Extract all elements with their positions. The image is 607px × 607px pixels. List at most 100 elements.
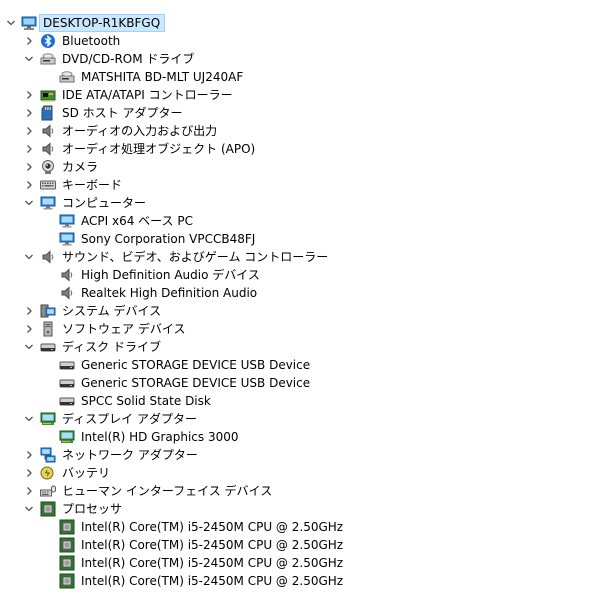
tree-item-cpu-1[interactable]: Intel(R) Core(TM) i5-2450M CPU @ 2.50GHz bbox=[0, 518, 600, 536]
tree-item-system-devices[interactable]: システム デバイス bbox=[0, 302, 600, 320]
dvd-drive-icon bbox=[40, 51, 56, 67]
tree-item-realtek[interactable]: Realtek High Definition Audio bbox=[0, 284, 600, 302]
tree-item-label: ACPI x64 ベース PC bbox=[81, 214, 193, 228]
tree-item-apo[interactable]: オーディオ処理オブジェクト (APO) bbox=[0, 140, 600, 158]
tree-item-label: SD ホスト アダプター bbox=[62, 106, 183, 120]
chevron-right-icon[interactable] bbox=[21, 32, 37, 50]
computer-icon bbox=[21, 15, 37, 31]
tree-item-bluetooth[interactable]: Bluetooth bbox=[0, 32, 600, 50]
software-device-icon bbox=[40, 321, 56, 337]
chevron-right-icon[interactable] bbox=[21, 320, 37, 338]
tree-item-hd-audio[interactable]: High Definition Audio デバイス bbox=[0, 266, 600, 284]
tree-item-label: コンピューター bbox=[62, 196, 147, 210]
tree-item-label: ヒューマン インターフェイス デバイス bbox=[62, 484, 273, 498]
ide-controller-icon bbox=[40, 87, 56, 103]
tree-item-hid[interactable]: ヒューマン インターフェイス デバイス bbox=[0, 482, 600, 500]
chevron-right-icon[interactable] bbox=[21, 446, 37, 464]
chevron-right-icon[interactable] bbox=[21, 482, 37, 500]
tree-item-ide-ata[interactable]: IDE ATA/ATAPI コントローラー bbox=[0, 86, 600, 104]
monitor-icon bbox=[59, 213, 75, 229]
tree-item-cpu-4[interactable]: Intel(R) Core(TM) i5-2450M CPU @ 2.50GHz bbox=[0, 572, 600, 590]
tree-item-cpu-2[interactable]: Intel(R) Core(TM) i5-2450M CPU @ 2.50GHz bbox=[0, 536, 600, 554]
tree-item-label: キーボード bbox=[62, 178, 123, 192]
chevron-right-icon[interactable] bbox=[21, 140, 37, 158]
chevron-right-icon[interactable] bbox=[21, 86, 37, 104]
tree-item-label: Sony Corporation VPCCB48FJ bbox=[81, 232, 256, 246]
tree-item-computer[interactable]: コンピューター bbox=[0, 194, 600, 212]
speaker-icon bbox=[59, 285, 75, 301]
chevron-right-icon[interactable] bbox=[21, 464, 37, 482]
tree-item-label: ソフトウェア デバイス bbox=[62, 322, 186, 336]
tree-item-label: ディスク ドライブ bbox=[62, 340, 161, 354]
tree-item-processors[interactable]: プロセッサ bbox=[0, 500, 600, 518]
tree-item-label: プロセッサ bbox=[62, 502, 123, 516]
tree-item-dvd-matshita[interactable]: MATSHITA BD-MLT UJ240AF bbox=[0, 68, 600, 86]
chevron-down-icon[interactable] bbox=[21, 338, 37, 356]
tree-item-label: Intel(R) Core(TM) i5-2450M CPU @ 2.50GHz bbox=[81, 574, 344, 588]
tree-item-label: カメラ bbox=[62, 160, 99, 174]
tree-item-disk-2[interactable]: Generic STORAGE DEVICE USB Device bbox=[0, 374, 600, 392]
tree-item-sd-host[interactable]: SD ホスト アダプター bbox=[0, 104, 600, 122]
tree-item-disk-drives[interactable]: ディスク ドライブ bbox=[0, 338, 600, 356]
tree-item-camera[interactable]: カメラ bbox=[0, 158, 600, 176]
chevron-right-icon[interactable] bbox=[21, 158, 37, 176]
tree-item-label: MATSHITA BD-MLT UJ240AF bbox=[81, 70, 244, 84]
tree-item-label: Generic STORAGE DEVICE USB Device bbox=[81, 358, 311, 372]
tree-item-label: IDE ATA/ATAPI コントローラー bbox=[62, 88, 233, 102]
tree-item-audio-io[interactable]: オーディオの入力および出力 bbox=[0, 122, 600, 140]
chevron-down-icon[interactable] bbox=[21, 50, 37, 68]
tree-item-software-devices[interactable]: ソフトウェア デバイス bbox=[0, 320, 600, 338]
processor-icon bbox=[59, 519, 75, 535]
tree-item-display-adapters[interactable]: ディスプレイ アダプター bbox=[0, 410, 600, 428]
speaker-icon bbox=[40, 141, 56, 157]
tree-item-cpu-3[interactable]: Intel(R) Core(TM) i5-2450M CPU @ 2.50GHz bbox=[0, 554, 600, 572]
chevron-right-icon[interactable] bbox=[21, 302, 37, 320]
processor-icon bbox=[59, 573, 75, 589]
speaker-icon bbox=[40, 249, 56, 265]
monitor-icon bbox=[59, 231, 75, 247]
tree-root-item[interactable]: DESKTOP-R1KBFGQ bbox=[0, 14, 600, 32]
tree-item-keyboard[interactable]: キーボード bbox=[0, 176, 600, 194]
tree-item-label: SPCC Solid State Disk bbox=[81, 394, 211, 408]
tree-item-sony[interactable]: Sony Corporation VPCCB48FJ bbox=[0, 230, 600, 248]
tree-item-label: オーディオ処理オブジェクト (APO) bbox=[62, 142, 256, 156]
tree-item-sound[interactable]: サウンド、ビデオ、およびゲーム コントローラー bbox=[0, 248, 600, 266]
monitor-icon bbox=[40, 195, 56, 211]
display-adapter-icon bbox=[59, 429, 75, 445]
camera-icon bbox=[40, 159, 56, 175]
processor-icon bbox=[59, 555, 75, 571]
tree-item-label: システム デバイス bbox=[62, 304, 162, 318]
chevron-down-icon[interactable] bbox=[21, 500, 37, 518]
processor-icon bbox=[59, 537, 75, 553]
chevron-down-icon[interactable] bbox=[21, 410, 37, 428]
tree-item-label: Intel(R) Core(TM) i5-2450M CPU @ 2.50GHz bbox=[81, 538, 344, 552]
tree-item-label: Realtek High Definition Audio bbox=[81, 286, 258, 300]
tree-item-label: Generic STORAGE DEVICE USB Device bbox=[81, 376, 311, 390]
tree-item-disk-3[interactable]: SPCC Solid State Disk bbox=[0, 392, 600, 410]
chevron-down-icon[interactable] bbox=[3, 14, 19, 32]
disk-drive-icon bbox=[59, 393, 75, 409]
chevron-down-icon[interactable] bbox=[21, 248, 37, 266]
tree-item-intel-hd[interactable]: Intel(R) HD Graphics 3000 bbox=[0, 428, 600, 446]
tree-item-label: ディスプレイ アダプター bbox=[62, 412, 197, 426]
tree-item-label: オーディオの入力および出力 bbox=[62, 124, 218, 138]
hid-icon bbox=[40, 483, 56, 499]
tree-item-label: バッテリ bbox=[62, 466, 111, 480]
chevron-right-icon[interactable] bbox=[21, 122, 37, 140]
tree-item-disk-1[interactable]: Generic STORAGE DEVICE USB Device bbox=[0, 356, 600, 374]
tree-item-label: Bluetooth bbox=[62, 34, 121, 48]
chevron-right-icon[interactable] bbox=[21, 104, 37, 122]
disk-drive-icon bbox=[59, 375, 75, 391]
tree-item-label: Intel(R) Core(TM) i5-2450M CPU @ 2.50GHz bbox=[81, 556, 344, 570]
tree-item-dvd-drives[interactable]: DVD/CD-ROM ドライブ bbox=[0, 50, 600, 68]
tree-item-acpi[interactable]: ACPI x64 ベース PC bbox=[0, 212, 600, 230]
speaker-icon bbox=[59, 267, 75, 283]
chevron-down-icon[interactable] bbox=[21, 194, 37, 212]
tree-item-label: DVD/CD-ROM ドライブ bbox=[62, 52, 195, 66]
processor-icon bbox=[40, 501, 56, 517]
tree-item-battery[interactable]: バッテリ bbox=[0, 464, 600, 482]
speaker-icon bbox=[40, 123, 56, 139]
tree-item-network[interactable]: ネットワーク アダプター bbox=[0, 446, 600, 464]
sd-card-icon bbox=[40, 105, 56, 121]
chevron-right-icon[interactable] bbox=[21, 176, 37, 194]
